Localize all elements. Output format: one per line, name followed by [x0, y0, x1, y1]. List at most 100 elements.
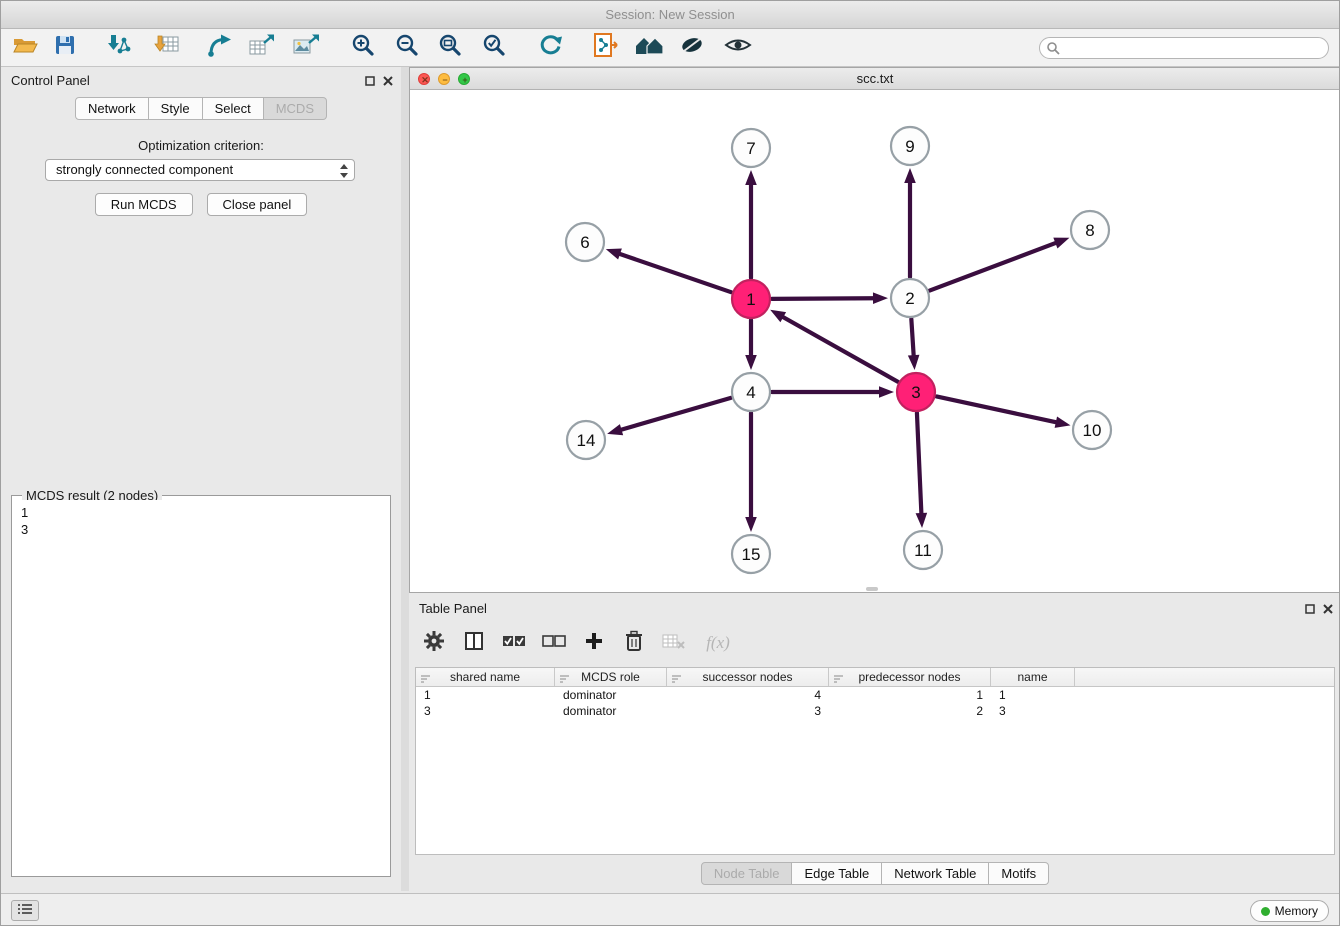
table-settings-button[interactable] [415, 626, 453, 660]
control-panel-tabs: Network Style Select MCDS [1, 97, 401, 120]
column-header-shared-name[interactable]: shared name [416, 668, 555, 686]
zoom-out-button[interactable] [389, 32, 425, 64]
graph-edge-2-3[interactable] [911, 319, 913, 355]
window-titlebar[interactable]: Session: New Session [1, 1, 1339, 29]
table-panel-title: Table Panel [419, 601, 487, 616]
show-column-button[interactable] [455, 626, 493, 660]
column-sort-icon [833, 673, 844, 687]
tab-edge-table[interactable]: Edge Table [792, 862, 882, 885]
tab-mcds[interactable]: MCDS [264, 97, 327, 120]
import-network-button[interactable] [101, 32, 137, 64]
tab-style[interactable]: Style [149, 97, 203, 120]
graph-edge-3-11[interactable] [917, 413, 921, 513]
optimization-criterion-dropdown[interactable]: strongly connected component [45, 159, 355, 181]
column-header-successor-nodes[interactable]: successor nodes [667, 668, 829, 686]
save-session-button[interactable] [47, 32, 83, 64]
close-panel-icon[interactable] [1323, 601, 1333, 619]
graph-edge-arrowhead [607, 424, 623, 435]
close-window-button[interactable]: ✕ [418, 73, 430, 85]
graph-edge-arrowhead [873, 292, 888, 304]
graph-edge-arrowhead [879, 386, 894, 398]
float-panel-icon[interactable] [1305, 601, 1315, 619]
table-panel: Table Panel [409, 595, 1340, 891]
panel-splitter[interactable] [401, 67, 409, 891]
dropdown-value: strongly connected component [56, 162, 233, 177]
tab-network-table[interactable]: Network Table [882, 862, 989, 885]
zoom-in-icon [351, 33, 375, 62]
export-image-button[interactable] [288, 32, 324, 64]
cell-shared-name: 1 [416, 687, 555, 703]
ndex-button[interactable] [588, 32, 624, 64]
control-panel-title: Control Panel [11, 73, 90, 88]
unselect-all-columns-button[interactable] [535, 626, 573, 660]
network-window-titlebar[interactable]: ✕ − + scc.txt [410, 68, 1340, 90]
run-mcds-button[interactable]: Run MCDS [95, 193, 193, 216]
close-panel-icon[interactable] [383, 73, 393, 91]
graph-edge-1-6[interactable] [620, 254, 731, 292]
network-window-title: scc.txt [857, 71, 894, 86]
tab-network[interactable]: Network [75, 97, 149, 120]
column-label: name [1017, 670, 1047, 684]
zoom-selected-icon [482, 33, 506, 62]
eye-outline-button[interactable] [720, 32, 756, 64]
horizontal-scrollbar-handle[interactable] [866, 587, 878, 591]
cell-shared-name: 3 [416, 703, 555, 719]
select-all-columns-button[interactable] [495, 626, 533, 660]
trash-icon [625, 630, 643, 657]
open-session-button[interactable] [7, 32, 43, 64]
cell-predecessor-nodes: 1 [829, 687, 991, 703]
unchecked-boxes-icon [542, 632, 566, 655]
zoom-fit-button[interactable] [432, 32, 468, 64]
home-button[interactable] [631, 32, 667, 64]
refresh-button[interactable] [532, 32, 568, 64]
tab-select[interactable]: Select [203, 97, 264, 120]
mcds-result-list[interactable]: 1 3 [15, 500, 387, 873]
network-canvas[interactable]: 7968124314101511 [410, 90, 1340, 592]
graph-edge-4-14[interactable] [622, 398, 731, 430]
graph-edge-2-8[interactable] [930, 243, 1056, 291]
eye-filled-button[interactable] [674, 32, 710, 64]
eye-outline-icon [724, 35, 752, 60]
graph-node-label: 6 [580, 233, 589, 252]
cell-mcds-role: dominator [555, 703, 667, 719]
table-panel-header: Table Panel [409, 595, 1340, 621]
graph-node-label: 7 [746, 139, 755, 158]
mcds-result-line: 3 [21, 521, 381, 538]
eye-filled-icon [679, 34, 705, 61]
graph-edge-3-1[interactable] [783, 317, 897, 382]
table-row[interactable]: 1 dominator 4 1 1 [416, 687, 1334, 703]
zoom-in-button[interactable] [345, 32, 381, 64]
float-panel-icon[interactable] [365, 73, 375, 91]
table-row[interactable]: 3 dominator 3 2 3 [416, 703, 1334, 719]
checked-boxes-icon [502, 632, 526, 655]
graph-edge-1-2[interactable] [772, 298, 873, 299]
import-table-icon [154, 33, 180, 62]
tab-motifs[interactable]: Motifs [989, 862, 1049, 885]
memory-button[interactable]: Memory [1250, 900, 1329, 922]
import-table-button[interactable] [149, 32, 185, 64]
tab-node-table[interactable]: Node Table [701, 862, 793, 885]
delete-column-button[interactable] [615, 626, 653, 660]
export-network-button[interactable] [201, 32, 237, 64]
cell-mcds-role: dominator [555, 687, 667, 703]
column-header-name[interactable]: name [991, 668, 1075, 686]
zoom-selected-button[interactable] [476, 32, 512, 64]
minimize-window-button[interactable]: − [438, 73, 450, 85]
optimization-criterion-label: Optimization criterion: [1, 138, 401, 153]
create-column-button[interactable] [575, 626, 613, 660]
search-input[interactable] [1039, 37, 1329, 59]
graph-edge-arrowhead [745, 517, 757, 532]
control-panel: Control Panel Network Style Select MCDS … [1, 67, 401, 891]
cell-name: 3 [991, 703, 1075, 719]
zoom-out-icon [395, 33, 419, 62]
fx-icon: f(x) [706, 633, 730, 653]
gear-icon [423, 630, 445, 657]
column-header-mcds-role[interactable]: MCDS role [555, 668, 667, 686]
maximize-window-button[interactable]: + [458, 73, 470, 85]
graph-edge-3-10[interactable] [937, 396, 1056, 422]
graph-node-label: 1 [746, 290, 755, 309]
export-table-button[interactable] [244, 32, 280, 64]
column-header-predecessor-nodes[interactable]: predecessor nodes [829, 668, 991, 686]
status-menu-button[interactable] [11, 900, 39, 921]
close-panel-button[interactable]: Close panel [207, 193, 308, 216]
